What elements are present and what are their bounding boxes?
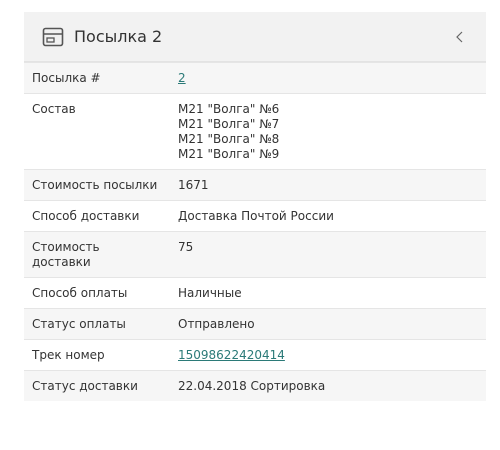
table-row: Способ оплаты Наличные <box>24 277 486 309</box>
list-item: M21 "Волга" №9 <box>178 147 280 161</box>
row-label: Посылка # <box>24 62 170 94</box>
table-row: Статус доставки 22.04.2018 Сортировка <box>24 370 486 401</box>
collapse-button[interactable] <box>450 27 470 47</box>
delivery-method-value: Доставка Почтой России <box>170 200 486 232</box>
table-row: Способ доставки Доставка Почтой России <box>24 200 486 232</box>
parcel-number-link[interactable]: 2 <box>178 71 186 85</box>
payment-method-value: Наличные <box>170 277 486 309</box>
delivery-cost-value: 75 <box>170 231 486 278</box>
parcel-details-table: Посылка # 2 Состав M21 "Волга" №6 M21 "В… <box>24 62 486 401</box>
composition-list: M21 "Волга" №6 M21 "Волга" №7 M21 "Волга… <box>170 93 486 170</box>
parcel-panel: Посылка 2 Посылка # 2 Состав M21 "Волга"… <box>24 12 486 436</box>
parcel-cost-value: 1671 <box>170 169 486 201</box>
table-row: Стоимость доставки 75 <box>24 231 486 278</box>
row-label: Состав <box>24 93 170 170</box>
list-item: M21 "Волга" №7 <box>178 117 280 131</box>
table-row: Стоимость посылки 1671 <box>24 169 486 201</box>
row-label: Способ оплаты <box>24 277 170 309</box>
payment-status-value: Отправлено <box>170 308 486 340</box>
row-label: Стоимость доставки <box>24 231 170 278</box>
panel-header: Посылка 2 <box>24 12 486 62</box>
list-item: M21 "Волга" №6 <box>178 102 280 116</box>
table-row: Посылка # 2 <box>24 62 486 94</box>
row-label: Способ доставки <box>24 200 170 232</box>
table-row: Состав M21 "Волга" №6 M21 "Волга" №7 M21… <box>24 93 486 170</box>
table-row: Трек номер 15098622420414 <box>24 339 486 371</box>
chevron-left-icon <box>456 31 463 42</box>
package-box-icon <box>40 24 66 50</box>
row-label: Стоимость посылки <box>24 169 170 201</box>
delivery-status-value: 22.04.2018 Сортировка <box>170 370 486 401</box>
panel-title: Посылка 2 <box>74 27 163 46</box>
row-label: Статус оплаты <box>24 308 170 340</box>
table-row: Статус оплаты Отправлено <box>24 308 486 340</box>
tracking-number-link[interactable]: 15098622420414 <box>178 348 285 362</box>
row-label: Трек номер <box>24 339 170 371</box>
row-label: Статус доставки <box>24 370 170 401</box>
list-item: M21 "Волга" №8 <box>178 132 280 146</box>
